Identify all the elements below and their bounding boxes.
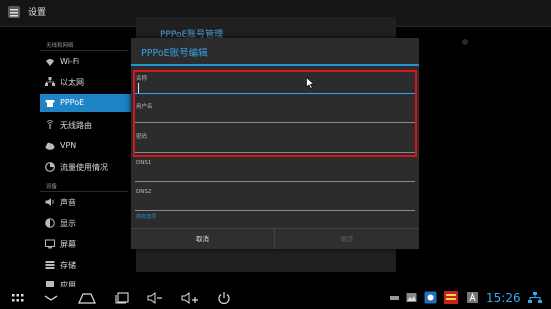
sidebar-item-display[interactable]: 显示	[40, 214, 132, 232]
divider	[131, 64, 419, 66]
network-icon[interactable]	[528, 292, 542, 304]
sidebar-item-screen[interactable]: 屏幕	[40, 235, 132, 253]
sidebar-item-apps[interactable]: 应用	[40, 276, 132, 287]
ethernet-icon	[45, 77, 55, 86]
hide-keyboard-icon[interactable]	[43, 291, 59, 305]
clock: 15:26	[486, 291, 521, 305]
sidebar-item-pppoe[interactable]: PPPoE	[40, 94, 132, 112]
power-icon[interactable]	[217, 291, 231, 305]
sidebar-item-storage[interactable]: 存储	[40, 256, 132, 274]
app-badge-icon[interactable]	[444, 291, 458, 304]
section-header-wireless: 无线和网络	[46, 43, 74, 49]
sidebar-item-data-usage[interactable]: 流量使用情况	[40, 158, 132, 176]
sidebar-item-ethernet[interactable]: 以太网	[40, 73, 132, 91]
dns2-field[interactable]	[135, 200, 415, 211]
username-field[interactable]	[135, 112, 415, 123]
cloud-icon	[45, 142, 55, 150]
home-icon[interactable]	[78, 291, 96, 305]
display-icon	[45, 218, 55, 228]
sidebar-item-label: 以太网	[60, 78, 84, 87]
cancel-button[interactable]: 取消	[131, 229, 275, 249]
section-header-device: 设备	[46, 184, 58, 190]
dns1-label: DNS1	[136, 160, 152, 166]
router-icon	[46, 120, 54, 129]
font-a-icon[interactable]	[467, 292, 478, 303]
volume-icon	[45, 198, 54, 206]
phone-icon	[45, 100, 55, 107]
app-title: 设置	[28, 8, 47, 18]
recent-apps-icon[interactable]	[114, 291, 130, 305]
sidebar-item-router[interactable]: 无线路由	[40, 116, 132, 134]
storage-icon	[45, 261, 55, 269]
pppoe-edit-dialog: PPPoE账号编辑 名称 用户名 密码 DNS1 DNS2 高级选项 取消 确定	[131, 38, 419, 249]
app-drawer-icon[interactable]	[11, 291, 25, 305]
dialog-title: PPPoE账号编辑	[141, 48, 208, 59]
advanced-options-link[interactable]: 高级选项	[136, 213, 156, 220]
mouse-pointer-icon	[306, 77, 315, 89]
sidebar-item-label: 应用	[60, 281, 76, 287]
username-label: 用户名	[136, 104, 153, 110]
keyboard-icon[interactable]	[389, 292, 400, 303]
dot-indicator	[462, 39, 468, 45]
ok-button[interactable]: 确定	[275, 229, 419, 249]
sidebar-item-label: 显示	[60, 219, 76, 228]
data-usage-icon	[45, 162, 55, 172]
screen-icon	[45, 239, 55, 249]
volume-up-icon[interactable]	[181, 291, 199, 305]
password-field[interactable]	[135, 142, 415, 153]
sidebar-item-wifi[interactable]: Wi-Fi	[40, 53, 132, 71]
volume-down-icon[interactable]	[147, 291, 163, 305]
sidebar-item-label: 声音	[60, 198, 76, 207]
sidebar-item-label: 无线路由	[60, 121, 92, 130]
divider	[40, 50, 128, 51]
text-cursor	[138, 83, 139, 93]
dns2-label: DNS2	[136, 189, 152, 195]
sidebar-item-label: PPPoE	[60, 98, 85, 107]
settings-app-icon[interactable]	[7, 5, 21, 19]
divider	[40, 191, 128, 192]
dialog-button-row: 取消 确定	[131, 228, 419, 249]
system-nav-bar: 15:26	[0, 287, 551, 309]
sidebar-item-label: 屏幕	[60, 240, 76, 249]
sidebar-item-label: VPN	[60, 141, 77, 150]
gallery-icon[interactable]	[406, 292, 417, 303]
password-label: 密码	[136, 134, 148, 140]
name-field[interactable]	[135, 83, 415, 94]
sidebar-item-vpn[interactable]: VPN	[40, 137, 132, 155]
screenshot-icon[interactable]	[424, 291, 437, 304]
sidebar-item-label: 流量使用情况	[60, 163, 108, 172]
sidebar-item-label: 存储	[60, 261, 76, 270]
wifi-icon	[46, 59, 54, 66]
sidebar-item-label: Wi-Fi	[60, 57, 80, 66]
dns1-field[interactable]	[135, 171, 415, 182]
sidebar-item-sound[interactable]: 声音	[40, 193, 132, 211]
apps-icon	[46, 281, 54, 287]
name-label: 名称	[136, 76, 148, 82]
